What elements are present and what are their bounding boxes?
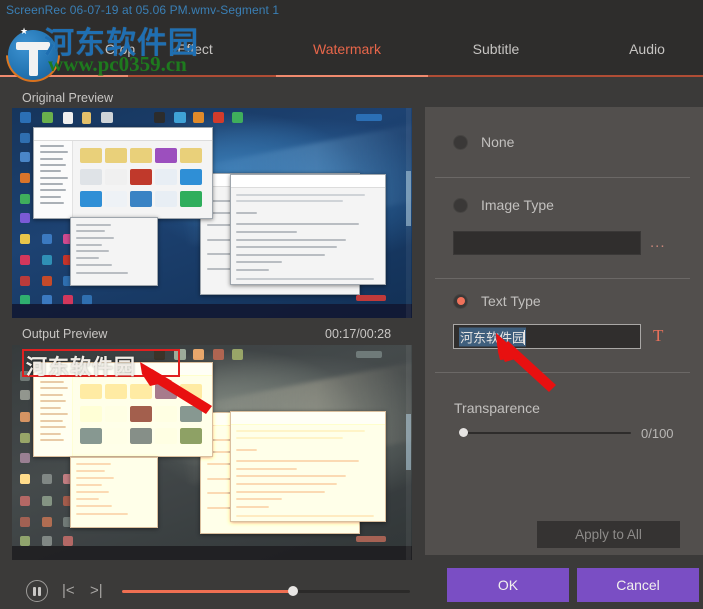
original-preview-scroll-thumb[interactable] xyxy=(406,171,411,226)
titlebar: ScreenRec 06-07-19 at 05.06 PM.wmv-Segme… xyxy=(0,0,703,22)
radio-none-icon[interactable] xyxy=(453,134,468,150)
tab-underline xyxy=(0,75,703,77)
font-settings-icon[interactable]: T xyxy=(653,326,663,346)
video-editor-window: ScreenRec 06-07-19 at 05.06 PM.wmv-Segme… xyxy=(0,0,703,609)
window-title: ScreenRec 06-07-19 at 05.06 PM.wmv-Segme… xyxy=(6,3,280,17)
watermark-overlay-text: 河东软件园 xyxy=(26,355,136,379)
original-preview[interactable] xyxy=(12,108,412,318)
radio-text-type-icon[interactable] xyxy=(453,293,468,309)
original-preview-image xyxy=(12,108,412,318)
divider-1 xyxy=(435,177,690,178)
progress-fill xyxy=(122,590,296,593)
radio-image-type-label: Image Type xyxy=(481,197,554,213)
next-frame-button[interactable]: >| xyxy=(90,582,103,599)
original-preview-label: Original Preview xyxy=(22,91,114,105)
pause-button[interactable] xyxy=(26,580,48,602)
tab-subtitle[interactable]: Subtitle xyxy=(446,22,546,75)
radio-text-type-label: Text Type xyxy=(481,293,541,309)
radio-option-image-type[interactable]: Image Type xyxy=(453,197,554,213)
text-cursor xyxy=(524,330,525,345)
previous-frame-button[interactable]: |< xyxy=(62,582,75,599)
output-preview-label: Output Preview xyxy=(22,327,108,341)
tab-watermark[interactable]: Watermark xyxy=(297,22,397,75)
tab-subtitle-label: Subtitle xyxy=(472,40,520,57)
divider-3 xyxy=(435,372,690,373)
watermark-text-value: 河东软件园 xyxy=(459,327,527,346)
transparence-label: Transparence xyxy=(454,400,540,416)
radio-image-type-icon[interactable] xyxy=(453,197,468,213)
tab-bar: Crop Effect Watermark Subtitle Audio xyxy=(0,22,703,75)
apply-to-all-button[interactable]: Apply to All xyxy=(537,521,680,548)
tab-audio[interactable]: Audio xyxy=(597,22,697,75)
ok-button-label: OK xyxy=(497,577,519,593)
transparence-slider-knob[interactable] xyxy=(459,428,468,437)
apply-to-all-label: Apply to All xyxy=(575,527,642,542)
tab-effect[interactable]: Effect xyxy=(145,22,245,75)
cancel-button[interactable]: Cancel xyxy=(577,568,699,602)
output-preview-scroll-thumb[interactable] xyxy=(406,413,411,470)
image-path-input[interactable] xyxy=(453,231,641,255)
transparence-value: 0/100 xyxy=(641,426,674,441)
progress-knob[interactable] xyxy=(288,586,298,596)
watermark-settings-panel: None Image Type ... Text Type 河东软件园 T Tr… xyxy=(425,107,703,555)
tab-crop-label: Crop xyxy=(104,40,136,57)
browse-image-button[interactable]: ... xyxy=(650,234,666,251)
radio-option-none[interactable]: None xyxy=(453,134,514,150)
divider-2 xyxy=(435,278,690,279)
preview-timestamp: 00:17/00:28 xyxy=(325,327,392,341)
radio-option-text-type[interactable]: Text Type xyxy=(453,293,541,309)
tab-underline-segment-active xyxy=(276,75,428,77)
ok-button[interactable]: OK xyxy=(447,568,569,602)
pause-icon-bar-1 xyxy=(33,586,36,596)
pause-icon-bar-2 xyxy=(38,586,41,596)
tab-audio-label: Audio xyxy=(629,40,665,57)
cancel-button-label: Cancel xyxy=(616,577,660,593)
radio-none-label: None xyxy=(481,134,515,150)
tab-underline-segment-left xyxy=(0,75,128,77)
transparence-slider-track[interactable] xyxy=(463,432,631,434)
tab-effect-label: Effect xyxy=(177,40,213,57)
watermark-text-input[interactable]: 河东软件园 xyxy=(453,324,641,349)
output-preview[interactable]: 河东软件园 xyxy=(12,345,412,560)
tab-watermark-label: Watermark xyxy=(313,40,381,57)
